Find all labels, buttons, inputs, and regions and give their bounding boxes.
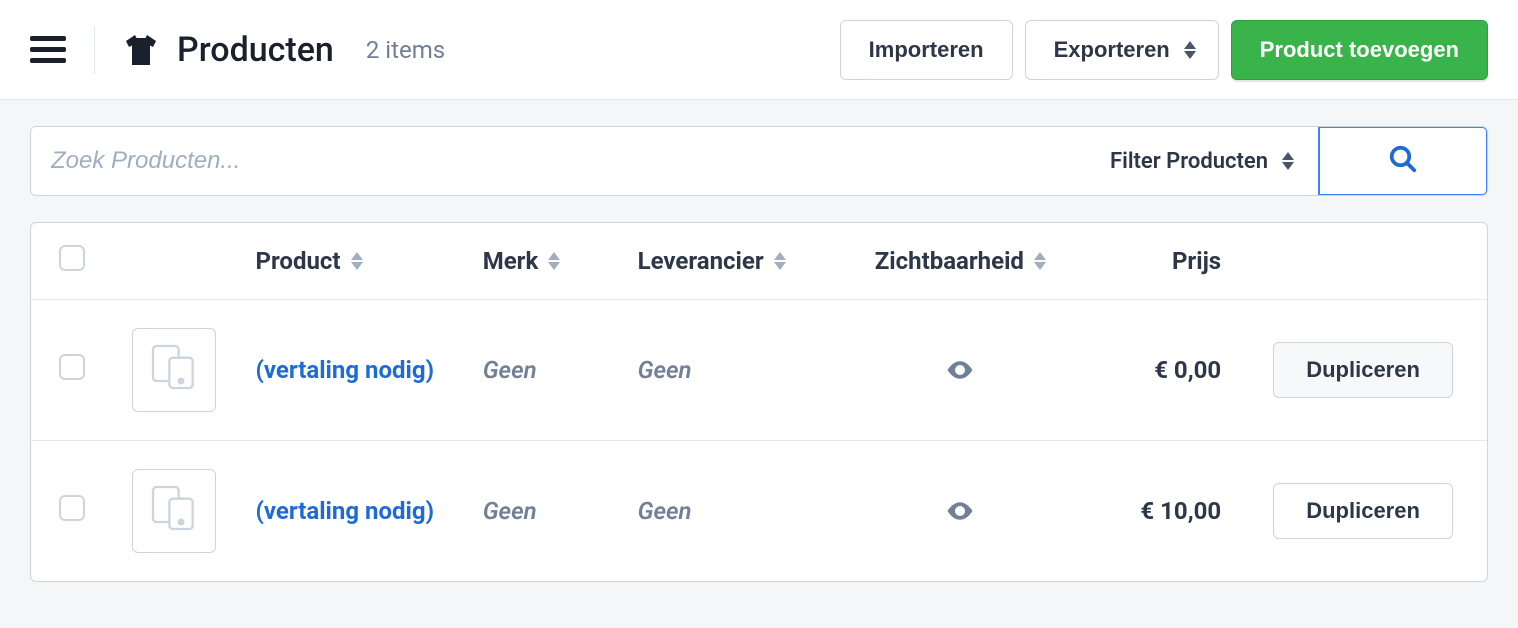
column-prijs-label: Prijs <box>1172 247 1221 275</box>
leverancier-cell: Geen <box>638 497 692 525</box>
column-product[interactable]: Product <box>238 223 465 300</box>
sort-icon <box>548 252 560 270</box>
search-button[interactable] <box>1318 126 1488 196</box>
export-button-label: Exporteren <box>1054 37 1170 63</box>
shirt-icon <box>123 32 159 68</box>
import-button[interactable]: Importeren <box>840 20 1013 80</box>
merk-cell: Geen <box>483 356 537 384</box>
hamburger-menu-icon[interactable] <box>30 32 66 68</box>
placeholder-image-icon <box>146 480 202 542</box>
row-checkbox[interactable] <box>59 354 85 380</box>
item-count: 2 items <box>366 36 445 64</box>
table-row: (vertaling nodig) Geen Geen € 0,00 Dupli… <box>31 300 1487 441</box>
chevron-updown-icon <box>1282 152 1294 170</box>
sort-icon <box>351 252 363 270</box>
column-zichtbaarheid-label: Zichtbaarheid <box>875 247 1024 275</box>
leverancier-cell: Geen <box>638 356 692 384</box>
product-name-link[interactable]: (vertaling nodig) <box>256 354 435 386</box>
column-product-label: Product <box>256 247 341 275</box>
search-input[interactable] <box>31 127 1086 195</box>
column-prijs: Prijs <box>1074 223 1239 300</box>
row-checkbox[interactable] <box>59 495 85 521</box>
product-thumbnail[interactable] <box>132 328 216 412</box>
chevron-updown-icon <box>1184 41 1196 59</box>
column-image <box>114 223 238 300</box>
column-merk-label: Merk <box>483 247 539 275</box>
merk-cell: Geen <box>483 497 537 525</box>
price-cell: € 0,00 <box>1092 356 1221 384</box>
column-leverancier-label: Leverancier <box>638 247 764 275</box>
search-icon <box>1388 144 1418 178</box>
column-actions <box>1239 223 1487 300</box>
price-cell: € 10,00 <box>1092 497 1221 525</box>
page-header: Producten 2 items Importeren Exporteren … <box>0 0 1518 100</box>
search-filter-toolbar: Filter Producten <box>30 126 1488 196</box>
duplicate-button[interactable]: Dupliceren <box>1273 342 1453 398</box>
sort-icon <box>774 252 786 270</box>
header-divider <box>94 26 95 74</box>
filter-label: Filter Producten <box>1110 149 1268 174</box>
eye-icon[interactable] <box>945 496 975 524</box>
eye-icon[interactable] <box>945 355 975 383</box>
product-name-link[interactable]: (vertaling nodig) <box>256 495 435 527</box>
table-row: (vertaling nodig) Geen Geen € 10,00 Dupl… <box>31 441 1487 581</box>
products-table: Product Merk <box>30 222 1488 582</box>
placeholder-image-icon <box>146 339 202 401</box>
export-button[interactable]: Exporteren <box>1025 20 1219 80</box>
column-zichtbaarheid[interactable]: Zichtbaarheid <box>847 223 1074 300</box>
sort-icon <box>1034 252 1046 270</box>
column-select-all <box>31 223 114 300</box>
page-title: Producten <box>177 30 334 70</box>
column-leverancier[interactable]: Leverancier <box>620 223 847 300</box>
add-product-button[interactable]: Product toevoegen <box>1231 20 1488 80</box>
duplicate-button[interactable]: Dupliceren <box>1273 483 1453 539</box>
column-merk[interactable]: Merk <box>465 223 620 300</box>
filter-products-select[interactable]: Filter Producten <box>1086 127 1318 195</box>
header-actions: Importeren Exporteren Product toevoegen <box>840 20 1488 80</box>
select-all-checkbox[interactable] <box>59 245 85 271</box>
product-thumbnail[interactable] <box>132 469 216 553</box>
title-group: Producten 2 items <box>123 30 445 70</box>
